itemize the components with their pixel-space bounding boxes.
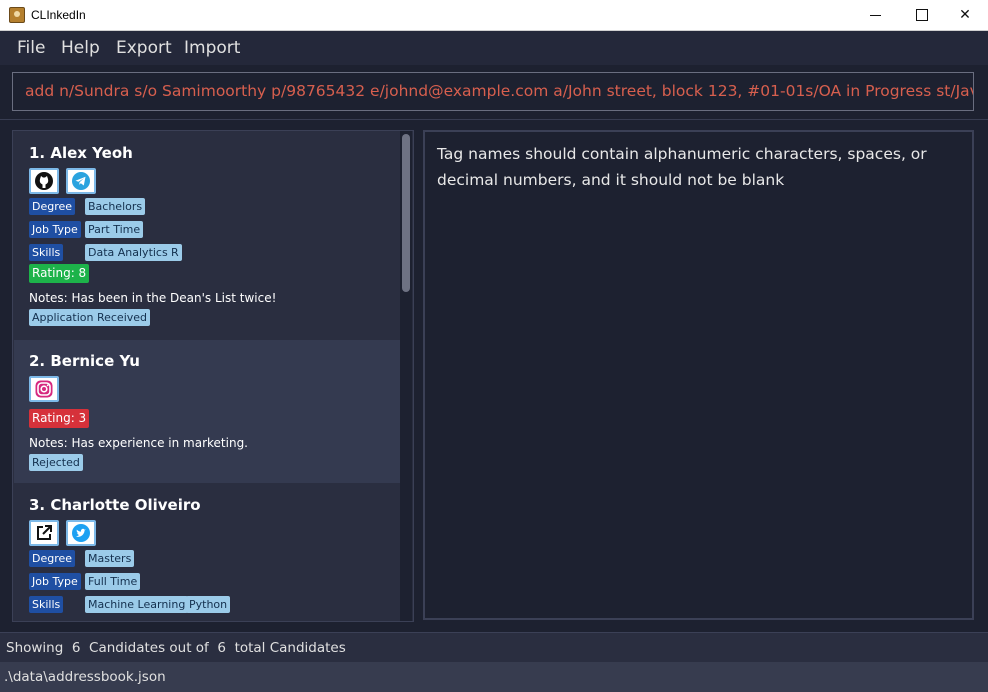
candidate-name: 2. Bernice Yu xyxy=(29,352,140,370)
job-type-label: Job Type xyxy=(29,573,81,590)
skill-tag: R xyxy=(168,244,182,261)
command-area: add n/Sundra s/o Samimoorthy p/98765432 … xyxy=(0,65,988,120)
twitter-icon[interactable] xyxy=(66,520,96,546)
degree-label: Degree xyxy=(29,550,76,567)
degree-tag: Masters xyxy=(85,550,135,567)
candidate-name: 1. Alex Yeoh xyxy=(29,144,133,162)
job-type-label: Job Type xyxy=(29,221,81,238)
skills-label: Skills xyxy=(29,244,64,261)
rating-badge: Rating: 8 xyxy=(29,264,90,283)
job-type-tag: Part Time xyxy=(85,221,144,238)
command-input[interactable]: add n/Sundra s/o Samimoorthy p/98765432 … xyxy=(12,72,974,111)
github-icon[interactable] xyxy=(29,168,59,194)
skills-label: Skills xyxy=(29,596,64,613)
candidate-card[interactable]: 1. Alex Yeoh Degree Bachelors Job Type P… xyxy=(14,131,400,340)
file-path-text: .\data\addressbook.json xyxy=(4,669,166,685)
degree-tag: Bachelors xyxy=(85,198,146,215)
instagram-icon[interactable] xyxy=(29,376,59,402)
close-button[interactable]: ✕ xyxy=(942,0,988,30)
status-tag: Application Received xyxy=(29,309,151,326)
candidate-count-text: Showing 6 Candidates out of 6 total Cand… xyxy=(6,640,346,656)
status-tag: Rejected xyxy=(29,454,83,471)
menu-help[interactable]: Help xyxy=(61,38,100,58)
candidate-notes: Notes: Has experience in marketing. xyxy=(29,436,248,450)
skill-tag: Machine Learning xyxy=(85,596,189,613)
minimize-button[interactable] xyxy=(852,0,898,30)
candidate-card[interactable]: 3. Charlotte Oliveiro Degree Masters Job… xyxy=(14,483,400,621)
menu-import[interactable]: Import xyxy=(184,38,240,58)
candidate-name: 3. Charlotte Oliveiro xyxy=(29,496,201,514)
list-scrollbar-thumb[interactable] xyxy=(402,134,410,292)
degree-label: Degree xyxy=(29,198,76,215)
telegram-icon[interactable] xyxy=(66,168,96,194)
file-path-bar: .\data\addressbook.json xyxy=(0,662,988,692)
menu-bar: File Help Export Import xyxy=(0,31,988,65)
title-bar: CLInkedIn ✕ xyxy=(0,0,988,31)
result-display: Tag names should contain alphanumeric ch… xyxy=(423,130,974,620)
skill-tag: Python xyxy=(186,596,231,613)
skill-tag: Data Analytics xyxy=(85,244,171,261)
candidate-card[interactable]: 2. Bernice Yu Rating: 3 Notes: Has exper… xyxy=(14,340,400,483)
candidate-count-bar: Showing 6 Candidates out of 6 total Cand… xyxy=(0,632,988,662)
window-title: CLInkedIn xyxy=(31,8,86,22)
menu-export[interactable]: Export xyxy=(116,38,172,58)
rating-badge: Rating: 3 xyxy=(29,409,90,428)
app-logo-icon xyxy=(9,7,25,23)
job-type-tag: Full Time xyxy=(85,573,141,590)
maximize-button[interactable] xyxy=(898,0,944,30)
result-message: Tag names should contain alphanumeric ch… xyxy=(437,145,927,189)
candidate-notes: Notes: Has been in the Dean's List twice… xyxy=(29,291,277,305)
candidate-list[interactable]: 1. Alex Yeoh Degree Bachelors Job Type P… xyxy=(12,130,414,622)
menu-file[interactable]: File xyxy=(17,38,45,58)
command-input-text: add n/Sundra s/o Samimoorthy p/98765432 … xyxy=(25,82,974,100)
external-link-icon[interactable] xyxy=(29,520,59,546)
